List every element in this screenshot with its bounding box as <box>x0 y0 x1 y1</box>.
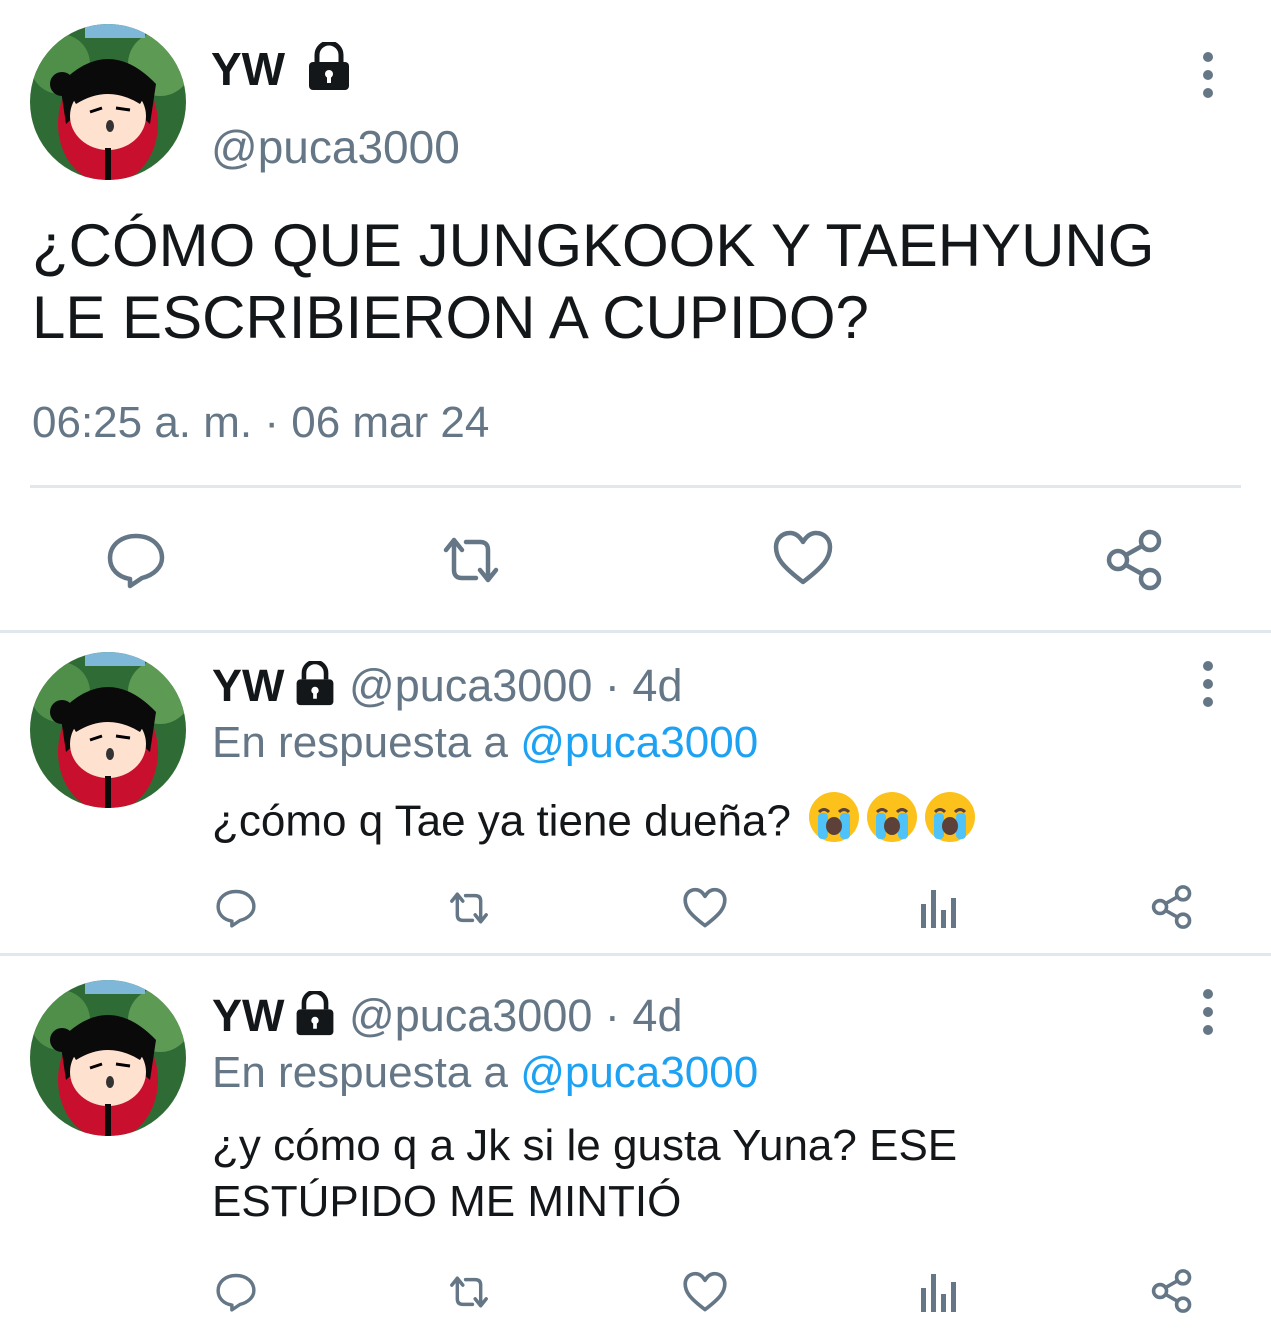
more-options-icon[interactable] <box>1188 982 1228 1042</box>
replying-to: En respuesta a @puca3000 <box>212 718 758 768</box>
more-options-icon[interactable] <box>1188 45 1228 105</box>
like-icon[interactable] <box>772 528 834 588</box>
reply-tweet[interactable]: YW @puca3000 · 4d En respuesta a @puca30… <box>0 956 1271 1344</box>
share-icon[interactable] <box>1104 528 1168 592</box>
analytics-icon[interactable] <box>918 886 960 930</box>
replying-prefix: En respuesta a <box>212 1048 508 1097</box>
retweet-icon[interactable] <box>444 1270 494 1314</box>
share-icon[interactable] <box>1150 1268 1196 1314</box>
loudly-crying-face-emoji <box>865 790 919 858</box>
avatar[interactable] <box>30 652 186 808</box>
display-name[interactable]: YW <box>212 660 285 711</box>
reply-meta: YW @puca3000 · 4d <box>212 989 682 1048</box>
like-icon[interactable] <box>682 886 728 930</box>
reply-text: ¿cómo q Tae ya tiene dueña? <box>212 790 1212 858</box>
tweet-text: ¿CÓMO QUE JUNGKOOK Y TAEHYUNG LE ESCRIBI… <box>32 212 1155 351</box>
reply-icon[interactable] <box>214 886 258 930</box>
share-icon[interactable] <box>1150 884 1196 930</box>
reply-tweet[interactable]: YW @puca3000 · 4d En respuesta a @puca30… <box>0 632 1271 954</box>
avatar-image <box>30 24 186 180</box>
timestamp[interactable]: 06:25 a. m. · 06 mar 24 <box>32 398 489 448</box>
retweet-icon[interactable] <box>444 886 494 930</box>
reply-icon[interactable] <box>104 528 168 592</box>
mention-link[interactable]: @puca3000 <box>520 1048 758 1097</box>
separator: · <box>604 990 620 1041</box>
divider <box>30 485 1241 488</box>
display-name[interactable]: YW <box>212 990 285 1041</box>
more-options-icon[interactable] <box>1188 654 1228 714</box>
loudly-crying-face-emoji <box>923 790 977 858</box>
like-icon[interactable] <box>682 1270 728 1314</box>
lock-icon <box>306 40 352 103</box>
main-tweet: YW @puca3000 ¿CÓMO QUE JUNGKOOK Y TAEHYU… <box>0 0 1271 632</box>
reply-meta: YW @puca3000 · 4d <box>212 659 682 718</box>
retweet-icon[interactable] <box>436 528 506 592</box>
reply-text-content: ¿cómo q Tae ya tiene dueña? <box>212 796 791 846</box>
tweet-age[interactable]: 4d <box>632 990 682 1041</box>
avatar-image <box>30 980 186 1136</box>
separator: · <box>604 660 620 711</box>
replying-to: En respuesta a @puca3000 <box>212 1048 758 1098</box>
avatar[interactable] <box>30 980 186 1136</box>
loudly-crying-face-emoji <box>807 790 861 858</box>
handle[interactable]: @puca3000 <box>211 120 460 174</box>
replying-prefix: En respuesta a <box>212 718 508 767</box>
mention-link[interactable]: @puca3000 <box>520 718 758 767</box>
reply-icon[interactable] <box>214 1270 258 1314</box>
tweet-age[interactable]: 4d <box>632 660 682 711</box>
lock-icon <box>293 659 337 718</box>
reply-text: ¿y cómo q a Jk si le gusta Yuna? ESE EST… <box>212 1121 958 1226</box>
avatar-image <box>30 652 186 808</box>
display-name[interactable]: YW <box>211 40 352 103</box>
avatar[interactable] <box>30 24 186 180</box>
handle[interactable]: @puca3000 <box>349 660 592 711</box>
handle[interactable]: @puca3000 <box>349 990 592 1041</box>
lock-icon <box>293 989 337 1048</box>
display-name-text: YW <box>211 43 286 95</box>
analytics-icon[interactable] <box>918 1270 960 1314</box>
